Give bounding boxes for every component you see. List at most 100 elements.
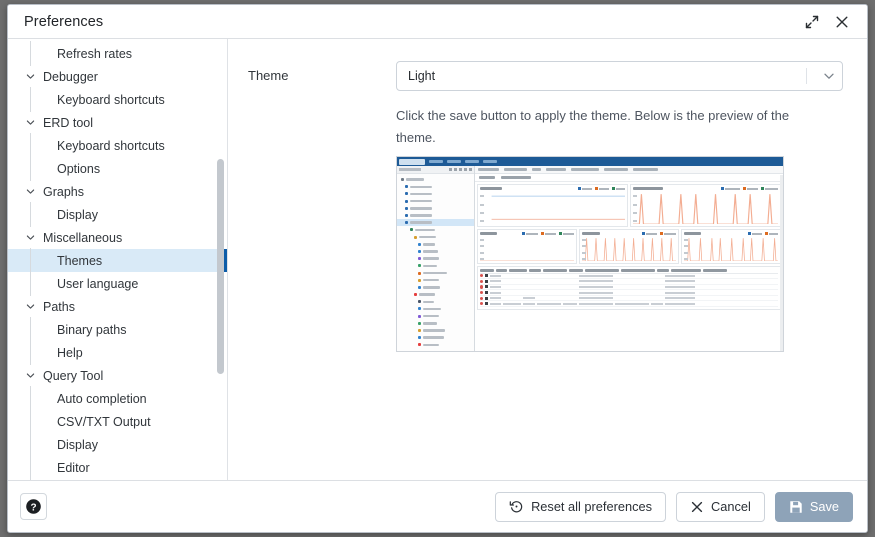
preview-tree-row (397, 190, 474, 197)
preview-tree-row (397, 334, 474, 341)
sidebar-item-graphs[interactable]: Graphs (8, 180, 227, 203)
preview-chart-block-i-o (681, 229, 781, 264)
sidebar-item-help[interactable]: Help (8, 341, 227, 364)
preview-tab (504, 168, 527, 171)
sidebar-item-erd-tool[interactable]: ERD tool (8, 111, 227, 134)
preview-tree-row (397, 248, 474, 255)
reset-all-preferences-button[interactable]: Reset all preferences (495, 492, 666, 522)
sidebar-item-label: Keyboard shortcuts (38, 93, 165, 107)
dialog-titlebar: Preferences (8, 5, 867, 39)
sidebar-item-editor[interactable]: Editor (8, 456, 227, 479)
sidebar-item-keyboard-shortcuts[interactable]: Keyboard shortcuts (8, 134, 227, 157)
sidebar-item-paths[interactable]: Paths (8, 295, 227, 318)
preview-menubar (397, 157, 783, 166)
sidebar-item-options[interactable]: Options (8, 157, 227, 180)
preview-main (397, 166, 783, 351)
preview-subtab-row (475, 174, 783, 182)
preview-tree-row (397, 298, 474, 305)
preview-tree-row (397, 277, 474, 284)
preview-dashboard (475, 166, 783, 351)
sidebar-item-binary-paths[interactable]: Binary paths (8, 318, 227, 341)
preview-explorer-tree (397, 174, 474, 351)
sidebar-item-label: Editor (38, 461, 90, 475)
chevron-down-icon[interactable] (816, 69, 842, 83)
sidebar-item-display[interactable]: Display (8, 433, 227, 456)
save-button[interactable]: Save (775, 492, 853, 522)
preview-chart-tuples-in (477, 229, 577, 264)
preview-tab (571, 168, 599, 171)
sidebar-item-label: CSV/TXT Output (38, 415, 151, 429)
sidebar-item-csv-txt-output[interactable]: CSV/TXT Output (8, 410, 227, 433)
theme-select[interactable]: Light (396, 61, 843, 91)
preview-tree-row (397, 176, 474, 183)
save-button-label: Save (810, 499, 839, 514)
preview-tree-row (397, 313, 474, 320)
sidebar-item-label: Debugger (38, 70, 98, 84)
sidebar-item-themes[interactable]: Themes (8, 249, 227, 272)
preview-tree-row (397, 349, 474, 352)
preview-tree-row (397, 262, 474, 269)
preview-tree-row (397, 226, 474, 233)
theme-field-row: Theme Light Click the save button to app… (248, 61, 843, 352)
sidebar-scrollbar[interactable] (217, 159, 224, 374)
preview-tree-row (397, 234, 474, 241)
preview-logo (399, 159, 425, 165)
reset-clock-icon (509, 499, 524, 514)
sidebar-item-display[interactable]: Display (8, 203, 227, 226)
chevron-down-icon[interactable] (22, 230, 38, 246)
maximize-icon[interactable] (797, 8, 827, 36)
svg-text:?: ? (30, 502, 36, 513)
sidebar-item-label: Paths (38, 300, 75, 314)
preview-tree-row (397, 241, 474, 248)
preview-tree-row (397, 327, 474, 334)
preview-chart-transactions-per-second (630, 184, 781, 227)
sidebar-item-label: Refresh rates (38, 47, 132, 61)
help-button[interactable]: ? (20, 493, 47, 520)
preview-tab-row (475, 166, 783, 174)
chevron-down-icon[interactable] (22, 69, 38, 85)
sidebar-item-label: Themes (38, 254, 102, 268)
sidebar-item-auto-completion[interactable]: Auto completion (8, 387, 227, 410)
dialog-body: Refresh rates Debugger Keyboard shortcuts E… (8, 39, 867, 480)
preview-tree-row (397, 255, 474, 262)
tree-rail (22, 433, 38, 456)
sidebar-item-miscellaneous[interactable]: Miscellaneous (8, 226, 227, 249)
theme-label: Theme (248, 61, 396, 83)
preferences-sidebar[interactable]: Refresh rates Debugger Keyboard shortcuts E… (8, 39, 228, 480)
preferences-dialog: Preferences Refresh rates Debugger Keyboar… (7, 4, 868, 533)
cancel-button-label: Cancel (711, 499, 751, 514)
chevron-down-icon[interactable] (22, 299, 38, 315)
chevron-down-icon[interactable] (22, 115, 38, 131)
sidebar-item-label: Miscellaneous (38, 231, 122, 245)
sidebar-item-user-language[interactable]: User language (8, 272, 227, 295)
cancel-button[interactable]: Cancel (676, 492, 765, 522)
preview-tree-row (397, 269, 474, 276)
sidebar-item-query-tool[interactable]: Query Tool (8, 364, 227, 387)
tree-rail (22, 410, 38, 433)
chevron-down-icon[interactable] (22, 368, 38, 384)
reset-button-label: Reset all preferences (531, 499, 652, 514)
preview-chart-row-bottom (477, 229, 781, 266)
sidebar-item-label: Auto completion (38, 392, 147, 406)
close-icon[interactable] (827, 8, 857, 36)
preview-menu-file (429, 160, 443, 163)
preferences-content: Theme Light Click the save button to app… (228, 39, 867, 480)
chevron-down-icon[interactable] (22, 184, 38, 200)
sidebar-item-refresh-rates[interactable]: Refresh rates (8, 42, 227, 65)
preview-table-row (480, 301, 778, 307)
sidebar-item-label: Query Tool (38, 369, 103, 383)
preview-tree-row (397, 305, 474, 312)
preview-menu-object (447, 160, 461, 163)
preview-tree-row (397, 284, 474, 291)
sidebar-item-label: Keyboard shortcuts (38, 139, 165, 153)
sidebar-item-label: Help (38, 346, 83, 360)
preview-tab (478, 168, 499, 171)
preview-tree-row (397, 219, 474, 226)
tree-rail (22, 272, 38, 295)
preview-tree-row (397, 198, 474, 205)
sidebar-item-label: Display (38, 438, 98, 452)
sidebar-item-debugger[interactable]: Debugger (8, 65, 227, 88)
sidebar-item-keyboard-shortcuts[interactable]: Keyboard shortcuts (8, 88, 227, 111)
theme-control: Light Click the save button to apply the… (396, 61, 843, 352)
preview-activity-table (477, 266, 781, 310)
